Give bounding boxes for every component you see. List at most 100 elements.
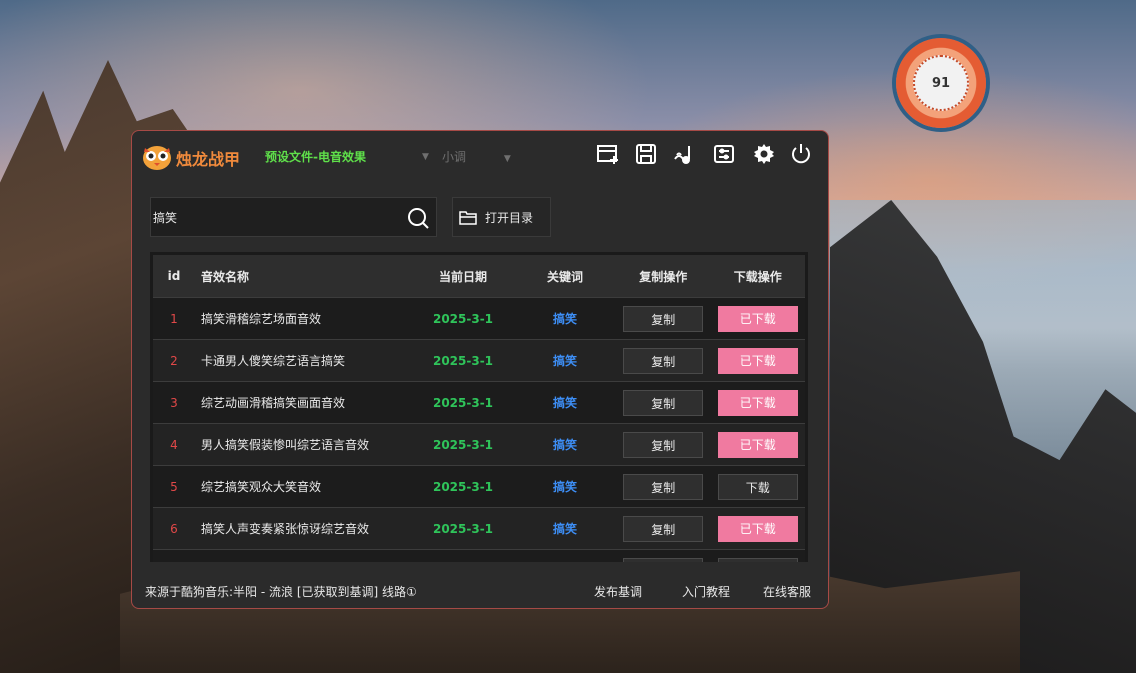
row-date: 2025-3-1 — [412, 423, 514, 466]
row-keyword[interactable]: 搞笑 — [514, 339, 616, 382]
publish-key-link[interactable]: 发布基调 — [594, 583, 642, 600]
row-copy-cell: 复制 — [616, 297, 711, 340]
key-dropdown-value: 小调 — [442, 150, 467, 164]
tutorial-link[interactable]: 入门教程 — [682, 583, 730, 600]
copy-button[interactable]: 复制 — [623, 515, 704, 542]
table-row: 1 搞笑滑稽综艺场面音效 2025-3-1 搞笑 复制 已下载 — [153, 297, 805, 340]
row-download-cell: 已下载 — [710, 507, 805, 550]
open-directory-label: 打开目录 — [485, 210, 534, 225]
online-service-link[interactable]: 在线客服 — [763, 583, 811, 600]
row-name: 搞笑人声变奏紧张惊讶综艺音效 — [195, 507, 412, 550]
audio-tune-button[interactable] — [673, 141, 699, 167]
row-copy-cell: 复制 — [616, 465, 711, 508]
download-button[interactable]: 已下载 — [717, 389, 798, 416]
owl-logo-icon — [143, 146, 171, 170]
table-row: 6 搞笑人声变奏紧张惊讶综艺音效 2025-3-1 搞笑 复制 已下载 — [153, 507, 805, 550]
copy-button[interactable]: 复制 — [623, 305, 704, 332]
download-button[interactable]: 已下载 — [717, 347, 798, 374]
preset-file-label[interactable]: 预设文件-电音效果 — [265, 148, 366, 165]
row-date: 2025-3-1 — [412, 549, 514, 562]
row-keyword[interactable]: 搞笑 — [514, 507, 616, 550]
row-name: 搞笑滑稽综艺场面音效 — [195, 297, 412, 340]
row-download-cell: 已下载 — [710, 381, 805, 424]
row-download-cell: 下载 — [710, 549, 805, 562]
row-date: 2025-3-1 — [412, 465, 514, 508]
row-copy-cell: 复制 — [616, 549, 711, 562]
save-button[interactable] — [633, 141, 659, 167]
header-id: id — [153, 255, 195, 298]
row-name: 综艺搞笑逃跑字幕语言音效 — [195, 549, 412, 562]
equalizer-button[interactable] — [711, 141, 737, 167]
badge-value: 91 — [913, 55, 969, 111]
sound-effects-table: id 音效名称 当前日期 关键词 复制操作 下载操作 1 搞笑滑稽综艺场面音效 20… — [150, 252, 808, 562]
table-row: 3 综艺动画滑稽搞笑画面音效 2025-3-1 搞笑 复制 已下载 — [153, 381, 805, 424]
row-download-cell: 已下载 — [710, 423, 805, 466]
row-download-cell: 已下载 — [710, 339, 805, 382]
floating-score-badge[interactable]: 91 — [896, 38, 986, 128]
row-date: 2025-3-1 — [412, 339, 514, 382]
row-copy-cell: 复制 — [616, 339, 711, 382]
add-file-button[interactable] — [595, 141, 621, 167]
power-button[interactable] — [788, 141, 814, 167]
row-date: 2025-3-1 — [412, 381, 514, 424]
download-button[interactable]: 已下载 — [717, 515, 798, 542]
search-input[interactable] — [153, 198, 393, 236]
settings-button[interactable] — [751, 141, 777, 167]
row-keyword[interactable]: 搞笑 — [514, 465, 616, 508]
row-id: 4 — [153, 423, 195, 466]
main-window: 烛龙战甲 预设文件-电音效果 ▼ 小调 ▼ 搞笑 打开目录 id 音效名称 当前… — [131, 130, 829, 609]
row-id: 1 — [153, 297, 195, 340]
search-box — [150, 197, 437, 237]
row-keyword[interactable]: 搞笑 — [514, 297, 616, 340]
chevron-down-icon: ▼ — [503, 154, 511, 164]
header-keyword: 关键词 — [514, 255, 616, 298]
add-file-icon — [597, 145, 618, 164]
row-name: 综艺搞笑观众大笑音效 — [195, 465, 412, 508]
copy-button[interactable]: 复制 — [623, 389, 704, 416]
music-note-icon — [674, 146, 690, 164]
table-row: 7综艺搞笑逃跑字幕语言音效2025-3-1搞笑复制 下载 — [153, 549, 805, 562]
row-id: 6 — [153, 507, 195, 550]
gear-icon — [754, 144, 774, 164]
row-date: 2025-3-1 — [412, 297, 514, 340]
folder-icon — [459, 211, 477, 225]
footer-bar: 来源于酷狗音乐:半阳 - 流浪 [已获取到基调] 线路① 发布基调 入门教程 在… — [132, 571, 828, 608]
source-info: 来源于酷狗音乐:半阳 - 流浪 [已获取到基调] 线路① — [145, 585, 417, 599]
download-button[interactable]: 已下载 — [717, 431, 798, 458]
open-directory-button[interactable]: 打开目录 — [452, 197, 551, 237]
table-header-row: id 音效名称 当前日期 关键词 复制操作 下载操作 — [153, 255, 805, 298]
row-keyword[interactable]: 搞笑 — [514, 549, 616, 562]
row-copy-cell: 复制 — [616, 507, 711, 550]
chevron-down-icon: ▼ — [422, 152, 429, 162]
download-button[interactable]: 下载 — [717, 473, 798, 500]
header-copy: 复制操作 — [616, 255, 711, 298]
key-dropdown[interactable]: 小调 ▼ — [442, 148, 511, 165]
copy-button[interactable]: 复制 — [623, 347, 704, 374]
copy-button[interactable]: 复制 — [623, 473, 704, 500]
header-download: 下载操作 — [710, 255, 805, 298]
copy-button[interactable]: 复制 — [623, 431, 704, 458]
mode-dropdown[interactable]: ▼ — [422, 148, 429, 162]
save-icon — [636, 144, 656, 164]
table-row: 4 男人搞笑假装惨叫综艺语言音效 2025-3-1 搞笑 复制 已下载 — [153, 423, 805, 466]
row-keyword[interactable]: 搞笑 — [514, 423, 616, 466]
row-keyword[interactable]: 搞笑 — [514, 381, 616, 424]
row-download-cell: 下载 — [710, 465, 805, 508]
row-id: 5 — [153, 465, 195, 508]
row-name: 男人搞笑假装惨叫综艺语言音效 — [195, 423, 412, 466]
row-name: 综艺动画滑稽搞笑画面音效 — [195, 381, 412, 424]
equalizer-icon — [714, 145, 734, 163]
header-date: 当前日期 — [412, 255, 514, 298]
row-id: 3 — [153, 381, 195, 424]
app-title: 烛龙战甲 — [176, 150, 241, 169]
row-copy-cell: 复制 — [616, 381, 711, 424]
row-copy-cell: 复制 — [616, 423, 711, 466]
download-button[interactable]: 下载 — [717, 557, 798, 562]
copy-button[interactable]: 复制 — [623, 557, 704, 562]
header-name: 音效名称 — [195, 255, 412, 298]
search-icon[interactable] — [406, 206, 430, 230]
download-button[interactable]: 已下载 — [717, 305, 798, 332]
title-bar: 烛龙战甲 预设文件-电音效果 ▼ 小调 ▼ — [132, 131, 828, 179]
table-row: 2 卡通男人傻笑综艺语言搞笑 2025-3-1 搞笑 复制 已下载 — [153, 339, 805, 382]
row-id: 7 — [153, 549, 195, 562]
